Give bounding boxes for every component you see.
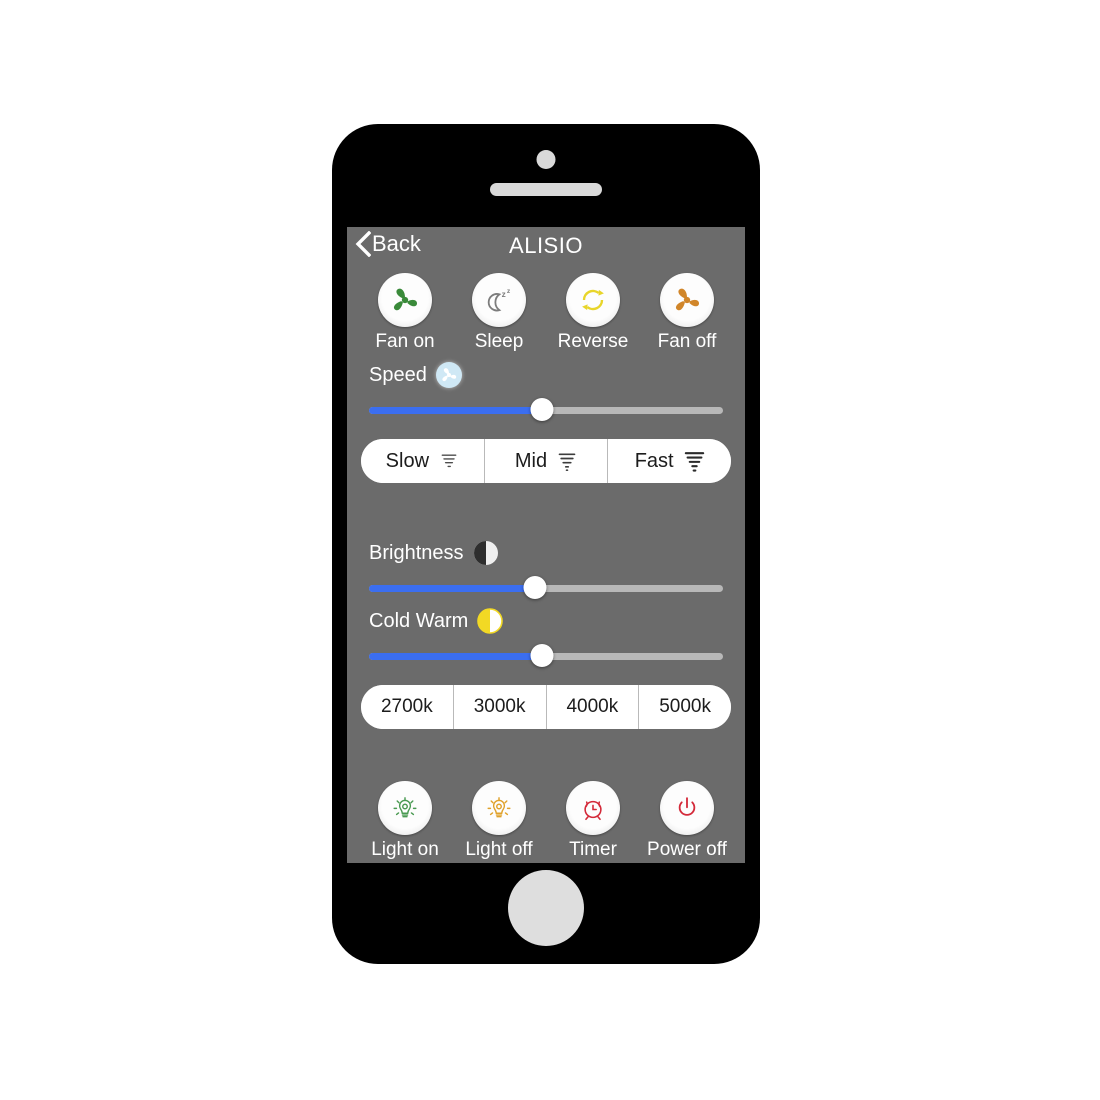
timer-button[interactable]: Timer: [549, 781, 637, 861]
power-icon: [678, 797, 696, 816]
cold-warm-label: Cold Warm: [369, 609, 469, 632]
fan-icon: [393, 288, 418, 311]
refresh-arrows-icon: [582, 289, 604, 311]
light-off-label: Light off: [465, 839, 533, 860]
color-temp-4000k-label: 4000k: [566, 696, 619, 717]
speed-slider-thumb[interactable]: [530, 398, 554, 421]
speed-preset-fast[interactable]: Fast: [608, 439, 731, 483]
home-button[interactable]: [508, 870, 584, 946]
brightness-slider-thumb[interactable]: [523, 576, 547, 599]
timer-label: Timer: [569, 839, 617, 860]
cold-warm-slider-header: Cold Warm: [347, 608, 745, 634]
color-temp-5000k-label: 5000k: [659, 696, 712, 717]
fan-on-button[interactable]: Fan on: [361, 273, 449, 353]
speed-slider-fill: [369, 407, 543, 414]
power-off-label: Power off: [647, 839, 727, 860]
svg-text:z: z: [502, 290, 506, 299]
fan-on-icon-disc: [378, 273, 432, 327]
phone-device-frame: Back ALISIO Fan on z z Sleep Reverse Fan…: [332, 124, 760, 964]
fan-off-icon-disc: [660, 273, 714, 327]
warm-cold-glyph: [477, 608, 504, 634]
brightness-slider[interactable]: [369, 576, 723, 599]
speed-preset-fast-label: Fast: [634, 449, 674, 472]
speed-label: Speed: [369, 363, 427, 386]
fan-icon: [675, 288, 700, 311]
speed-preset-mid[interactable]: Mid: [484, 439, 609, 483]
timer-icon-disc: [566, 781, 620, 835]
contrast-half-circle-icon: [473, 540, 499, 566]
wind-large-icon: [684, 452, 704, 472]
cold-warm-slider-thumb[interactable]: [530, 644, 554, 667]
fan-control-row: Fan on z z Sleep Reverse Fan off: [347, 273, 745, 353]
sleep-button[interactable]: z z Sleep: [455, 273, 543, 353]
speed-slider[interactable]: [369, 398, 723, 421]
speed-slider-header: Speed: [347, 362, 745, 388]
color-temp-4000k[interactable]: 4000k: [546, 685, 640, 729]
light-off-button[interactable]: Light off: [455, 781, 543, 861]
cold-warm-slider[interactable]: [369, 644, 723, 667]
brightness-label: Brightness: [369, 541, 464, 564]
color-temp-5000k[interactable]: 5000k: [639, 685, 731, 729]
brightness-slider-fill: [369, 585, 536, 592]
color-temp-2700k[interactable]: 2700k: [361, 685, 454, 729]
power-off-button[interactable]: Power off: [643, 781, 731, 861]
fan-badge-glyph: [442, 368, 457, 382]
fan-on-label: Fan on: [375, 331, 435, 352]
sleep-icon-disc: z z: [472, 273, 526, 327]
fan-off-button[interactable]: Fan off: [643, 273, 731, 353]
color-temp-2700k-label: 2700k: [380, 696, 433, 717]
speed-preset-group: Slow Mid Fast: [361, 439, 731, 483]
moon-zz-icon: z z: [487, 288, 511, 312]
speaker-bar-icon: [490, 183, 602, 196]
wind-small-icon: [441, 454, 457, 468]
fan-off-label: Fan off: [657, 331, 717, 352]
wind-medium-icon: [558, 453, 576, 471]
reverse-label: Reverse: [557, 331, 629, 352]
contrast-glyph: [473, 541, 498, 565]
navigation-bar: Back ALISIO: [347, 227, 745, 269]
power-off-icon-disc: [660, 781, 714, 835]
light-off-icon-disc: [472, 781, 526, 835]
svg-text:z: z: [507, 288, 511, 295]
speed-preset-slow-label: Slow: [385, 449, 430, 472]
light-on-icon-disc: [378, 781, 432, 835]
page-title: ALISIO: [509, 233, 583, 258]
color-temp-3000k-label: 3000k: [473, 696, 526, 717]
speed-preset-mid-label: Mid: [514, 449, 548, 472]
phone-screen: Back ALISIO Fan on z z Sleep Reverse Fan…: [347, 227, 745, 863]
color-temperature-group: 2700k 3000k 4000k 5000k: [361, 685, 731, 729]
front-camera-dot-icon: [536, 150, 556, 169]
lightbulb-icon: [487, 797, 511, 818]
cold-warm-slider-fill: [369, 653, 543, 660]
brightness-slider-header: Brightness: [347, 540, 745, 566]
sleep-label: Sleep: [474, 331, 524, 352]
fan-badge-icon: [435, 362, 462, 388]
light-control-row: Light on Light off Timer Power off: [347, 781, 745, 861]
lightbulb-icon: [393, 797, 417, 818]
speed-preset-slow[interactable]: Slow: [361, 439, 485, 483]
half-moon-warm-icon: [477, 608, 504, 634]
reverse-button[interactable]: Reverse: [549, 273, 637, 353]
light-on-button[interactable]: Light on: [361, 781, 449, 861]
screenshot-root: Back ALISIO Fan on z z Sleep Reverse Fan…: [0, 0, 1100, 1100]
color-temp-3000k[interactable]: 3000k: [453, 685, 547, 729]
reverse-icon-disc: [566, 273, 620, 327]
alarm-clock-icon: [584, 800, 602, 821]
light-on-label: Light on: [371, 839, 439, 860]
